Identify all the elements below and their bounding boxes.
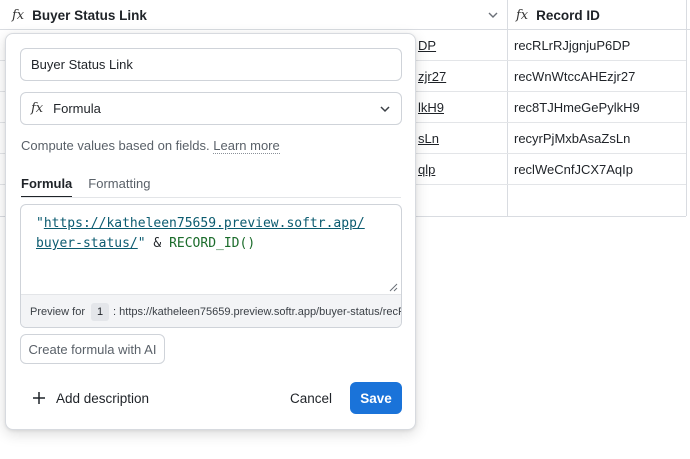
add-description-button[interactable]: Add description [32,388,149,408]
formula-icon: fx [12,7,25,23]
formula-icon: fx [31,101,44,116]
preview-record-selector[interactable]: 1 [91,302,110,321]
column-header-label: Buyer Status Link [32,7,147,23]
formula-quote-open: " [36,216,44,231]
field-editor-popover: Buyer Status Link fx Formula Compute val… [5,33,416,430]
formula-icon: fx [516,7,529,23]
field-type-label: Formula [53,101,101,116]
buyer-status-link-cell[interactable]: zjr27 [418,61,498,92]
buyer-status-link-cell[interactable]: sLn [418,123,498,154]
tab-formatting[interactable]: Formatting [88,176,150,198]
learn-more-link[interactable]: Learn more [213,138,280,154]
field-name-input[interactable]: Buyer Status Link [20,48,402,81]
record-id-cell: recyrPjMxbAsaZsLn [514,131,631,146]
resize-handle-icon[interactable] [389,283,398,292]
formula-preview-bar: Preview for 1 : https://katheleen75659.p… [21,294,401,327]
buyer-status-link-cell[interactable]: lkH9 [418,92,498,123]
buyer-status-link-cell[interactable]: DP [418,30,498,61]
editor-tabs: Formula Formatting [21,176,166,198]
formula-operator: & [145,236,170,251]
column-header-buyer-status-link[interactable]: fx Buyer Status Link [12,0,147,30]
column-divider [686,0,687,216]
formula-url-part2: buyer-status/ [36,236,138,251]
column-header-record-id[interactable]: fx Record ID [516,0,600,30]
record-id-cell: recWnWtccAHEzjr27 [514,69,636,84]
cancel-button[interactable]: Cancel [284,382,338,414]
formula-url-part1: https://katheleen75659.preview.softr.app… [43,216,365,231]
record-id-cell: reclWeCnfJCX7AqIp [514,162,633,177]
field-type-select[interactable]: fx Formula [20,92,402,125]
helper-text: Compute values based on fields. [21,138,210,153]
create-formula-with-ai-button[interactable]: Create formula with AI [20,334,165,364]
plus-icon [33,392,45,404]
chevron-down-icon[interactable] [487,9,499,21]
record-id-cell: rec8TJHmeGePylkH9 [514,100,640,115]
add-description-label: Add description [56,390,150,406]
field-type-helper: Compute values based on fields. Learn mo… [21,138,280,154]
formula-function: RECORD_ID() [169,236,256,251]
formula-editor[interactable]: "https://katheleen75659.preview.softr.ap… [20,204,402,328]
buyer-status-link-cell[interactable]: qlp [418,154,498,185]
record-id-cell: recRLrRJjgnjuP6DP [514,38,631,53]
tab-formula[interactable]: Formula [21,176,73,198]
formula-code[interactable]: "https://katheleen75659.preview.softr.ap… [36,214,386,254]
formula-quote-close: " [137,236,146,251]
chevron-down-icon [380,106,390,113]
column-header-label: Record ID [536,7,600,23]
preview-value: : https://katheleen75659.preview.softr.a… [113,305,401,318]
save-button[interactable]: Save [350,382,402,414]
preview-label: Preview for [30,305,86,318]
tabs-divider [21,197,401,198]
